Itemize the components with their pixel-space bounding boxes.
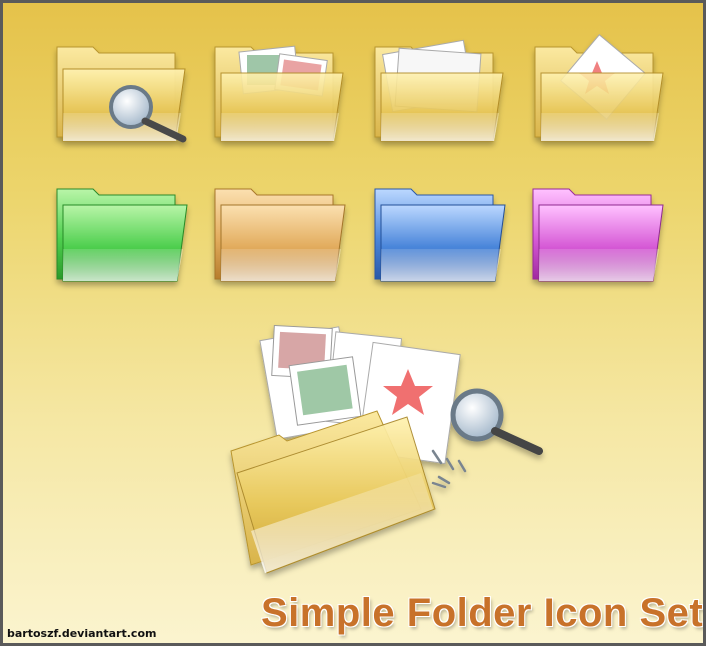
icon-grid <box>56 34 664 574</box>
folder-search-icon <box>56 46 187 143</box>
folder-green-icon <box>56 188 188 282</box>
folder-composite-icon <box>230 324 543 574</box>
folder-favorites-icon <box>534 34 664 142</box>
folder-documents-icon <box>374 39 504 142</box>
folder-blue-icon <box>374 188 506 282</box>
credit-text: bartoszf.deviantart.com <box>7 627 157 640</box>
folder-images-icon <box>214 45 344 142</box>
folder-magenta-icon <box>532 188 664 282</box>
artwork-canvas: Simple Folder Icon Set bartoszf.devianta… <box>0 0 706 646</box>
page-title: Simple Folder Icon Set <box>261 591 704 635</box>
folder-orange-icon <box>214 188 346 282</box>
